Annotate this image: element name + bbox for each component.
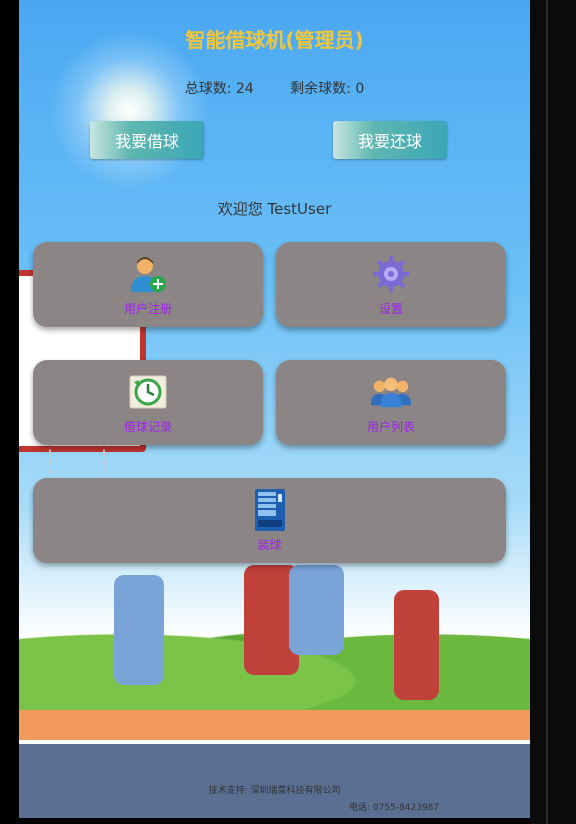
user-register-card[interactable]: 用户注册: [33, 242, 263, 327]
user-list-label: 用户列表: [366, 420, 415, 434]
return-ball-button[interactable]: 我要还球: [333, 121, 447, 159]
player-illustration-1: [114, 575, 164, 685]
settings-label: 设置: [378, 302, 403, 316]
divider: [546, 0, 548, 824]
sun-graphic: [49, 30, 209, 190]
side-panel: [530, 0, 576, 824]
tech-support-text: 技术支持: 深圳瑞菜科技有限公司: [208, 786, 341, 796]
history-clock-icon: [126, 370, 170, 414]
app-screen: 智能借球机(管理员) 总球数: 24 剩余球数: 0 我要借球 我要还球 欢迎您…: [19, 0, 530, 818]
ball-counts: 总球数: 24 剩余球数: 0: [19, 78, 530, 98]
welcome-text: 欢迎您 TestUser: [217, 200, 332, 218]
settings-card[interactable]: 设置: [276, 242, 506, 327]
users-group-icon: [369, 370, 413, 414]
player-illustration-4: [394, 590, 439, 700]
borrow-records-card[interactable]: 借球记录: [33, 360, 263, 445]
app-title: 智能借球机(管理员): [185, 28, 364, 52]
total-balls: 总球数: 24: [184, 81, 254, 97]
add-user-icon: [126, 252, 170, 296]
court-floor: [19, 740, 530, 818]
user-list-card[interactable]: 用户列表: [276, 360, 506, 445]
player-illustration-3: [289, 565, 344, 655]
borrow-records-label: 借球记录: [123, 420, 172, 434]
borrow-ball-button[interactable]: 我要借球: [90, 121, 204, 159]
vending-machine-icon: [248, 488, 292, 532]
court-illustration: [19, 710, 530, 818]
load-balls-label: 装球: [257, 538, 282, 552]
remaining-balls: 剩余球数: 0: [290, 81, 365, 97]
phone-text: 电话: 0755-8423987: [349, 803, 440, 813]
gear-icon: [369, 252, 413, 296]
court-line: [19, 740, 530, 744]
load-balls-card[interactable]: 装球: [33, 478, 506, 563]
user-register-label: 用户注册: [123, 302, 172, 316]
